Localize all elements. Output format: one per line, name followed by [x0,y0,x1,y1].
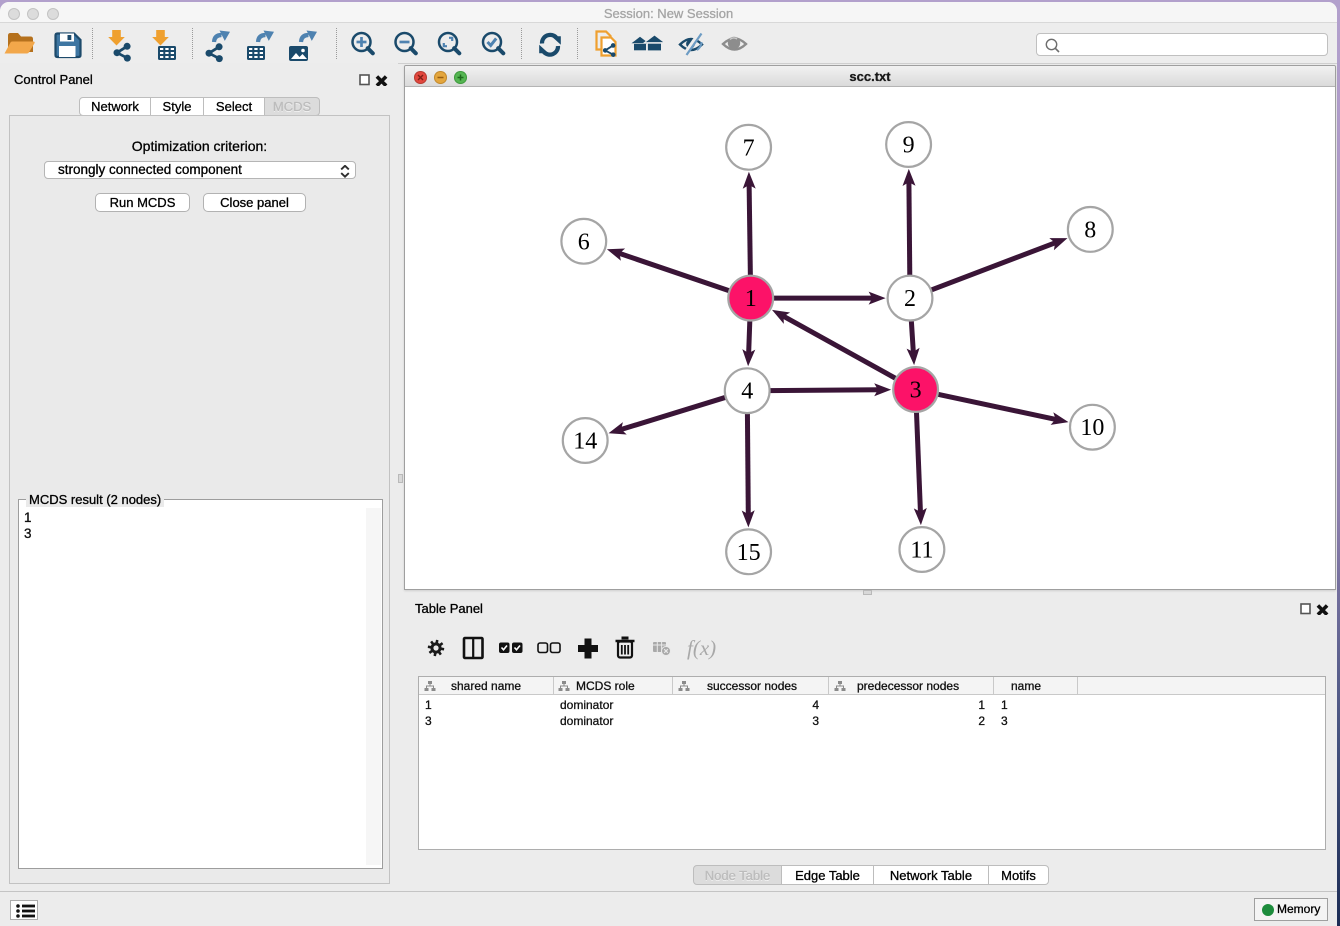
svg-text:1: 1 [745,286,757,312]
svg-text:f(x): f(x) [687,636,716,660]
svg-text:10: 10 [1080,415,1104,441]
svg-text:9: 9 [903,133,915,159]
svg-text:8: 8 [1084,217,1096,243]
svg-text:11: 11 [910,538,933,564]
svg-text:4: 4 [741,379,753,405]
svg-text:14: 14 [573,429,597,455]
svg-text:15: 15 [737,540,761,566]
svg-text:6: 6 [578,229,590,255]
svg-text:7: 7 [743,135,755,161]
svg-text:3: 3 [910,378,922,404]
svg-text:2: 2 [904,286,916,312]
